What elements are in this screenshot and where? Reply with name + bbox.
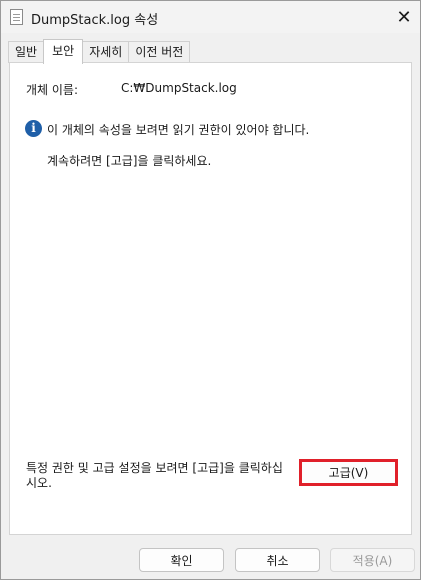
properties-dialog: DumpStack.log 속성 ✕ 일반 보안 자세히 이전 버전 개체 이름…: [0, 0, 421, 580]
tab-general[interactable]: 일반: [8, 41, 45, 63]
window-title: DumpStack.log 속성: [31, 13, 159, 28]
advanced-button[interactable]: 고급(V): [299, 459, 398, 486]
continue-message: 계속하려면 [고급]을 클릭하세요.: [47, 154, 212, 168]
object-name-label: 개체 이름:: [26, 83, 79, 97]
info-icon: i: [25, 120, 42, 137]
advanced-settings-text: 특정 권한 및 고급 설정을 보려면 [고급]을 클릭하십시오.: [26, 461, 283, 490]
tab-security[interactable]: 보안: [43, 39, 84, 64]
close-button[interactable]: ✕: [390, 5, 418, 29]
file-icon: [10, 9, 23, 25]
object-name-value: C:₩DumpStack.log: [121, 81, 237, 95]
tab-strip: 일반 보안 자세히 이전 버전: [8, 39, 191, 64]
tab-previous-versions[interactable]: 이전 버전: [128, 41, 191, 63]
security-panel: 개체 이름: C:₩DumpStack.log i 이 개체의 속성을 보려면 …: [9, 62, 412, 535]
tab-details[interactable]: 자세히: [82, 41, 130, 63]
ok-button[interactable]: 확인: [139, 548, 224, 572]
permission-message: 이 개체의 속성을 보려면 읽기 권한이 있어야 합니다.: [47, 123, 310, 137]
title-bar: DumpStack.log 속성 ✕: [1, 1, 420, 33]
apply-button[interactable]: 적용(A): [330, 548, 415, 572]
close-icon: ✕: [396, 6, 412, 28]
cancel-button[interactable]: 취소: [235, 548, 320, 572]
